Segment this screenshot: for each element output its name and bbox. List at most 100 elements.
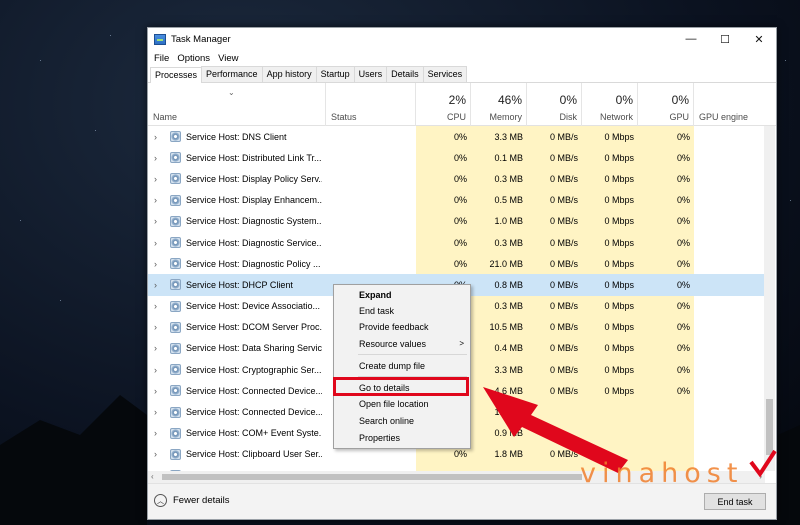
service-gear-icon bbox=[170, 152, 181, 164]
expand-chevron-icon[interactable]: › bbox=[154, 280, 157, 290]
tab-services[interactable]: Services bbox=[422, 66, 468, 82]
expand-chevron-icon[interactable]: › bbox=[154, 132, 157, 142]
tab-processes[interactable]: Processes bbox=[150, 67, 203, 83]
service-gear-icon bbox=[170, 406, 181, 418]
gpu-cell: 0% bbox=[638, 316, 694, 338]
gpu-engine-cell bbox=[694, 338, 765, 359]
gpu-engine-cell bbox=[694, 401, 765, 422]
expand-chevron-icon[interactable]: › bbox=[154, 407, 157, 417]
memory-cell: 10.5 MB bbox=[471, 316, 527, 338]
column-disk[interactable]: 0% Disk bbox=[527, 83, 582, 126]
expand-chevron-icon[interactable]: › bbox=[154, 428, 157, 438]
expand-chevron-icon[interactable]: › bbox=[154, 259, 157, 269]
expand-chevron-icon[interactable]: › bbox=[154, 449, 157, 459]
highlight-box bbox=[333, 377, 469, 396]
tab-users[interactable]: Users bbox=[353, 66, 388, 82]
service-gear-icon bbox=[170, 321, 181, 333]
expand-chevron-icon[interactable]: › bbox=[154, 174, 157, 184]
context-menu: Expand End task Provide feedback Resourc… bbox=[333, 284, 471, 449]
gpu-engine-cell bbox=[694, 190, 765, 211]
expand-chevron-icon[interactable]: › bbox=[154, 343, 157, 353]
network-cell: 0 Mbps bbox=[582, 231, 638, 254]
process-name: Service Host: Connected Device... bbox=[186, 407, 322, 418]
ctx-expand[interactable]: Expand bbox=[359, 290, 392, 300]
expand-chevron-icon[interactable]: › bbox=[154, 322, 157, 332]
network-cell: 0 Mbps bbox=[582, 295, 638, 317]
maximize-button[interactable]: ☐ bbox=[708, 28, 742, 50]
gpu-cell: 0% bbox=[638, 168, 694, 190]
watermark-logo: vinahost bbox=[580, 458, 744, 489]
close-button[interactable]: ✕ bbox=[742, 28, 776, 50]
ctx-end-task[interactable]: End task bbox=[359, 306, 394, 316]
network-cell: 0 Mbps bbox=[582, 126, 638, 148]
column-name[interactable]: ⌄ Name bbox=[148, 83, 326, 126]
service-gear-icon bbox=[170, 194, 181, 206]
ctx-resource-values[interactable]: Resource values bbox=[359, 339, 426, 349]
expand-chevron-icon[interactable]: › bbox=[154, 238, 157, 248]
process-row[interactable]: › Service Host: Diagnostic System... 0% 1.0… bbox=[148, 210, 765, 232]
gpu-cell: 0% bbox=[638, 210, 694, 232]
tab-startup[interactable]: Startup bbox=[315, 66, 355, 82]
gpu-engine-cell bbox=[694, 296, 765, 317]
ctx-open-file-location[interactable]: Open file location bbox=[359, 399, 429, 409]
network-cell: 0 Mbps bbox=[582, 253, 638, 275]
gpu-cell bbox=[638, 422, 694, 444]
column-gpu[interactable]: 0% GPU bbox=[638, 83, 694, 126]
menu-options[interactable]: Options bbox=[175, 53, 216, 64]
network-cell: 0 Mbps bbox=[582, 274, 638, 296]
ctx-properties[interactable]: Properties bbox=[359, 433, 400, 443]
title-bar: Task Manager — ☐ ✕ bbox=[148, 28, 776, 50]
process-row[interactable]: › Service Host: Display Policy Serv... 0% 0… bbox=[148, 168, 765, 190]
memory-cell: 0.3 MB bbox=[471, 231, 527, 254]
process-row[interactable]: › Service Host: Display Enhancem... 0% 0.5 … bbox=[148, 189, 765, 211]
memory-cell: 1.0 MB bbox=[471, 210, 527, 232]
service-gear-icon bbox=[170, 342, 181, 354]
gpu-engine-cell bbox=[694, 168, 765, 189]
process-name: Service Host: Connected Device... bbox=[186, 385, 322, 396]
minimize-button[interactable]: — bbox=[674, 28, 708, 50]
expand-chevron-icon[interactable]: › bbox=[154, 153, 157, 163]
expand-chevron-icon[interactable]: › bbox=[154, 195, 157, 205]
column-memory[interactable]: 46% Memory bbox=[471, 83, 527, 126]
ctx-create-dump-file[interactable]: Create dump file bbox=[359, 361, 425, 371]
column-cpu[interactable]: 2% CPU bbox=[416, 83, 471, 126]
menu-file[interactable]: File bbox=[152, 53, 175, 64]
expand-chevron-icon[interactable]: › bbox=[154, 301, 157, 311]
end-task-button[interactable]: End task bbox=[704, 493, 766, 510]
process-row[interactable]: › Service Host: Distributed Link Tr... 0% 0… bbox=[148, 147, 765, 169]
expand-chevron-icon[interactable]: › bbox=[154, 386, 157, 396]
gpu-engine-cell bbox=[694, 232, 765, 253]
cpu-cell: 0% bbox=[416, 231, 471, 254]
process-name: Service Host: Distributed Link Tr... bbox=[186, 152, 322, 163]
scroll-left-icon[interactable]: ‹ bbox=[151, 471, 154, 483]
column-network[interactable]: 0% Network bbox=[582, 83, 638, 126]
process-name: Service Host: Display Enhancem... bbox=[186, 195, 322, 206]
vertical-scrollbar[interactable] bbox=[764, 126, 775, 471]
column-status[interactable]: Status bbox=[326, 83, 416, 126]
service-gear-icon bbox=[170, 427, 181, 439]
vertical-scroll-thumb[interactable] bbox=[766, 399, 773, 455]
process-row[interactable]: › Service Host: Diagnostic Service... 0% 0.… bbox=[148, 231, 765, 254]
ctx-search-online[interactable]: Search online bbox=[359, 416, 414, 426]
gpu-cell: 0% bbox=[638, 295, 694, 317]
process-name: Service Host: DNS Client bbox=[186, 131, 287, 142]
gpu-cell: 0% bbox=[638, 253, 694, 275]
disk-cell: 0 MB/s bbox=[527, 274, 582, 296]
disk-cell: 0 MB/s bbox=[527, 147, 582, 169]
service-gear-icon bbox=[170, 258, 181, 270]
ctx-provide-feedback[interactable]: Provide feedback bbox=[359, 322, 429, 332]
fewer-details-link[interactable]: ︿ Fewer details bbox=[154, 494, 230, 507]
network-cell: 0 Mbps bbox=[582, 189, 638, 211]
menu-view[interactable]: View bbox=[216, 53, 244, 64]
process-row[interactable]: › Service Host: Diagnostic Policy ... 0% 21… bbox=[148, 253, 765, 275]
expand-chevron-icon[interactable]: › bbox=[154, 365, 157, 375]
tab-performance[interactable]: Performance bbox=[201, 66, 263, 82]
column-gpu-engine[interactable]: GPU engine bbox=[694, 83, 765, 126]
tab-details[interactable]: Details bbox=[386, 66, 424, 82]
process-row[interactable]: › Service Host: DNS Client 0% 3.3 MB 0 MB/s 0… bbox=[148, 126, 765, 148]
tab-app-history[interactable]: App history bbox=[261, 66, 317, 82]
process-name: Service Host: DHCP Client bbox=[186, 279, 293, 290]
expand-chevron-icon[interactable]: › bbox=[154, 216, 157, 226]
service-gear-icon bbox=[170, 364, 181, 376]
disk-cell: 0 MB/s bbox=[527, 126, 582, 148]
